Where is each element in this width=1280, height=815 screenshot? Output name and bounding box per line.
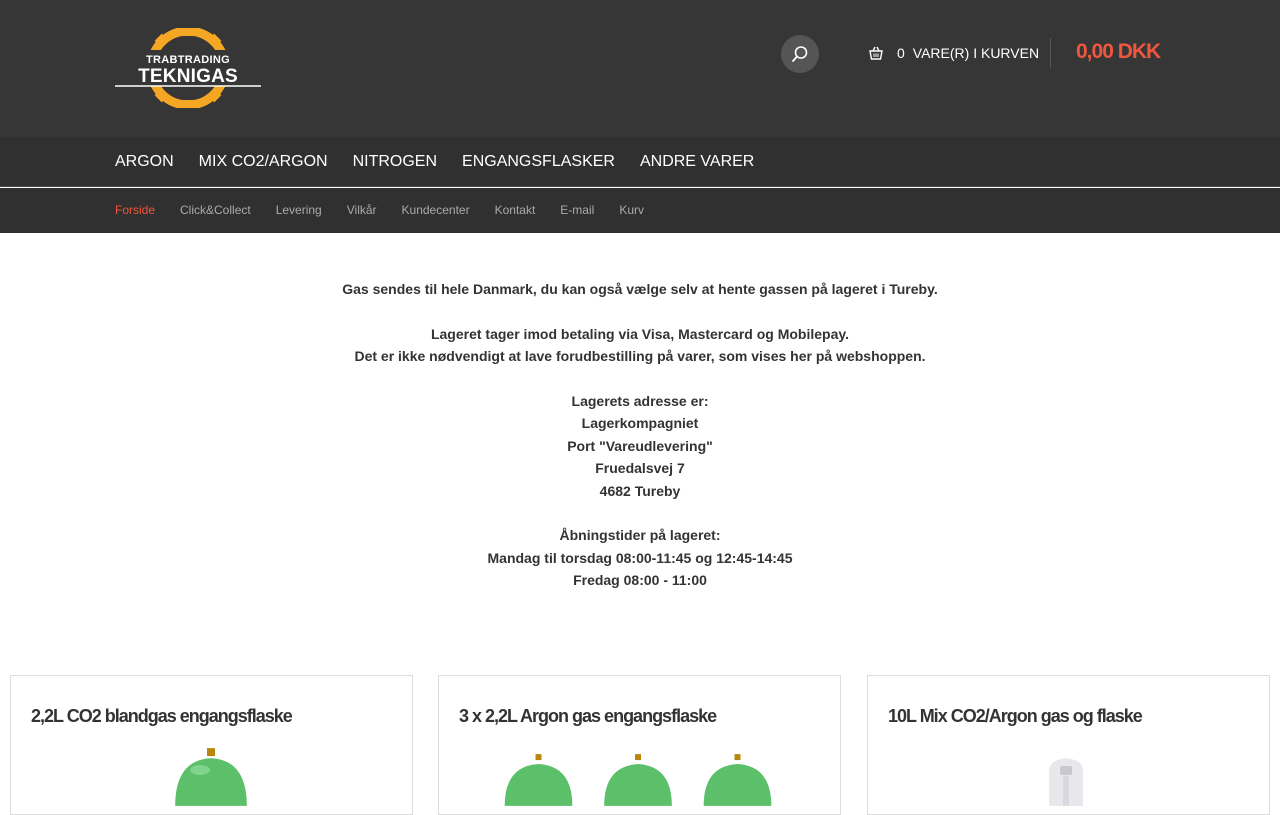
product-card[interactable]: 3 x 2,2L Argon gas engangsflaske: [438, 675, 841, 815]
intro-line: 4682 Tureby: [599, 482, 681, 499]
cart-divider: [1050, 38, 1051, 68]
subnav-item-kontakt[interactable]: Kontakt: [495, 203, 536, 217]
intro-line: Åbningstider på lageret:: [559, 527, 721, 544]
intro-line: Port "Vareudlevering": [567, 437, 713, 454]
nav-item-nitrogen[interactable]: NITROGEN: [353, 153, 437, 171]
search-icon: [792, 46, 808, 62]
basket-icon: [869, 46, 883, 60]
logo-subtitle: TRABTRADING: [146, 54, 230, 66]
main-nav: ARGON MIX CO2/ARGON NITROGEN ENGANGSFLAS…: [0, 137, 1280, 187]
product-card[interactable]: 10L Mix CO2/Argon gas og flaske: [867, 675, 1270, 815]
cart-label: VARE(R) I KURVEN: [912, 45, 1040, 61]
logo[interactable]: TRABTRADING TEKNIGAS: [115, 28, 261, 108]
nav-item-argon[interactable]: ARGON: [115, 153, 174, 171]
logo-title: TEKNIGAS: [138, 66, 238, 87]
search-button[interactable]: [781, 35, 819, 73]
cart-link[interactable]: 0 VARE(R) I KURVEN: [868, 44, 1039, 62]
gas-cylinder-image[interactable]: [868, 746, 1269, 806]
intro-line: Lageret tager imod betaling via Visa, Ma…: [430, 325, 850, 342]
gas-cylinder-image[interactable]: [439, 746, 840, 806]
intro-line: Mandag til torsdag 08:00-11:45 og 12:45-…: [487, 549, 793, 566]
cart-count: 0: [897, 45, 905, 61]
product-title[interactable]: 10L Mix CO2/Argon gas og flaske: [888, 706, 1143, 727]
subnav-item-levering[interactable]: Levering: [276, 203, 322, 217]
header: TRABTRADING TEKNIGAS 0 VARE(R) I KURVEN …: [0, 0, 1280, 137]
subnav-item-kurv[interactable]: Kurv: [619, 203, 644, 217]
nav-item-mix-co2-argon[interactable]: MIX CO2/ARGON: [199, 153, 328, 171]
product-title[interactable]: 2,2L CO2 blandgas engangsflaske: [31, 706, 293, 727]
subnav-item-kundecenter[interactable]: Kundecenter: [402, 203, 470, 217]
intro-text: Gas sendes til hele Danmark, du kan også…: [0, 278, 1280, 592]
intro-line: Lagerets adresse er:: [571, 393, 709, 409]
intro-line: Lagerkompagniet: [581, 415, 699, 432]
sub-nav: Forside Click&Collect Levering Vilkår Ku…: [0, 188, 1280, 233]
subnav-item-forside[interactable]: Forside: [115, 203, 155, 217]
nav-item-engangsflasker[interactable]: ENGANGSFLASKER: [462, 153, 615, 171]
intro-line: [0, 502, 1280, 524]
product-title[interactable]: 3 x 2,2L Argon gas engangsflaske: [459, 706, 717, 727]
subnav-item-email[interactable]: E-mail: [560, 203, 594, 217]
nav-item-andre-varer[interactable]: ANDRE VARER: [640, 153, 754, 171]
subnav-item-vilkar[interactable]: Vilkår: [347, 203, 377, 217]
cart-total[interactable]: 0,00 DKK: [1076, 40, 1161, 64]
intro-line: Fruedalsvej 7: [595, 460, 685, 477]
intro-line: Det er ikke nødvendigt at lave forudbest…: [354, 348, 926, 365]
intro-line: Fredag 08:00 - 11:00: [573, 572, 707, 589]
gas-cylinder-image[interactable]: [11, 746, 412, 806]
intro-line: [0, 300, 1280, 322]
intro-line: Gas sendes til hele Danmark, du kan også…: [342, 281, 938, 297]
product-card[interactable]: 2,2L CO2 blandgas engangsflaske: [10, 675, 413, 815]
intro-line: [0, 368, 1280, 390]
subnav-item-click-collect[interactable]: Click&Collect: [180, 203, 251, 217]
